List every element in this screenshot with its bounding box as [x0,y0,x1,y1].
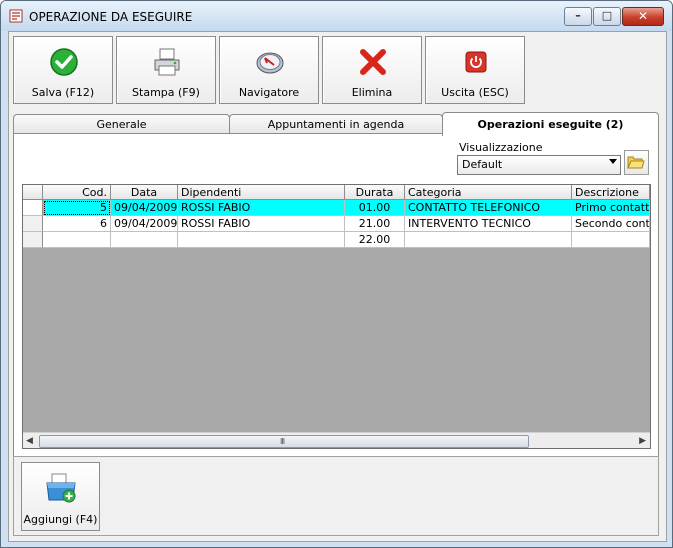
cell-descrizione[interactable]: Primo contatto p [572,200,650,216]
minimize-button[interactable]: – [564,7,592,26]
totals-row: 22.00 [23,232,650,248]
col-header-cod[interactable]: Cod. [43,185,111,200]
open-folder-button[interactable] [624,150,649,175]
navigator-button-label: Navigatore [238,86,300,99]
exit-button-label: Uscita (ESC) [441,86,509,99]
folder-icon [627,156,645,169]
row-indicator[interactable] [23,200,43,216]
col-header-data[interactable]: Data [111,185,178,200]
tab-generale-label: Generale [96,118,147,131]
add-folder-icon [46,473,76,503]
window-controls: – □ ✕ [563,7,664,26]
visualizzazione-label: Visualizzazione [459,141,543,154]
row-indicator[interactable] [23,216,43,232]
row-indicator-header [23,185,43,200]
scrollbar-grip: III [280,437,285,446]
cell-cod[interactable]: 6 [43,216,111,232]
cell-cod[interactable]: 5 [43,200,111,216]
scrollbar-thumb[interactable]: III [39,435,529,448]
check-icon [50,48,78,76]
cell-durata[interactable]: 01.00 [345,200,405,216]
title-bar[interactable]: OPERAZIONE DA ESEGUIRE – □ ✕ [1,1,672,31]
tab-panel: Visualizzazione Default Cod. Data Dipend… [13,133,659,459]
scroll-right-icon[interactable]: ▶ [639,436,646,446]
cell-dipendenti[interactable]: ROSSI FABIO [178,200,345,216]
main-window: OPERAZIONE DA ESEGUIRE – □ ✕ Salva (F12) [0,0,673,548]
col-header-durata[interactable]: Durata [345,185,405,200]
cell-data[interactable]: 09/04/2009 [111,216,178,232]
scroll-left-icon[interactable]: ◀ [26,436,33,446]
col-header-descrizione[interactable]: Descrizione [572,185,650,200]
tab-operazioni-eseguite[interactable]: Operazioni eseguite (2) [442,112,659,136]
table-row[interactable]: 5 09/04/2009 ROSSI FABIO 01.00 CONTATTO … [23,200,650,216]
toolbar: Salva (F12) Stampa (F9) Navigatore Elimi… [13,36,528,104]
tab-generale[interactable]: Generale [13,114,230,135]
cell-descrizione[interactable]: Secondo conta [572,216,650,232]
save-button[interactable]: Salva (F12) [13,36,113,104]
total-cell-empty [43,232,111,248]
navigator-button[interactable]: Navigatore [219,36,319,104]
total-cell-empty [572,232,650,248]
col-header-dipendenti[interactable]: Dipendenti [178,185,345,200]
add-button-label: Aggiungi (F4) [23,513,98,526]
cell-durata[interactable]: 21.00 [345,216,405,232]
cell-data[interactable]: 09/04/2009 [111,200,178,216]
total-durata: 22.00 [345,232,405,248]
total-cell-empty [178,232,345,248]
print-button[interactable]: Stampa (F9) [116,36,216,104]
tab-operazioni-label: Operazioni eseguite (2) [477,118,624,131]
minimize-icon: – [575,9,581,22]
horizontal-scrollbar[interactable]: ◀ III ▶ [23,432,650,448]
row-indicator [23,232,43,248]
window-title: OPERAZIONE DA ESEGUIRE [29,10,193,24]
close-icon: ✕ [637,9,649,23]
cell-dipendenti[interactable]: ROSSI FABIO [178,216,345,232]
exit-button[interactable]: Uscita (ESC) [425,36,525,104]
printer-icon [154,48,180,76]
delete-button[interactable]: Elimina [322,36,422,104]
maximize-icon: □ [601,9,613,22]
visualizzazione-value: Default [462,158,503,171]
tab-appuntamenti[interactable]: Appuntamenti in agenda [229,114,443,135]
app-icon [9,9,23,23]
compass-icon [256,52,284,74]
maximize-button[interactable]: □ [593,7,621,26]
save-button-label: Salva (F12) [31,86,95,99]
cell-categoria[interactable]: INTERVENTO TECNICO [405,216,572,232]
total-cell-empty [405,232,572,248]
print-button-label: Stampa (F9) [132,86,200,99]
tab-strip: Generale Appuntamenti in agenda Operazio… [13,112,659,136]
col-header-categoria[interactable]: Categoria [405,185,572,200]
add-button[interactable]: Aggiungi (F4) [21,462,100,531]
delete-x-icon [360,49,386,75]
dropdown-arrow-icon [609,159,617,164]
power-icon [465,51,487,73]
table-row[interactable]: 6 09/04/2009 ROSSI FABIO 21.00 INTERVENT… [23,216,650,232]
close-button[interactable]: ✕ [622,7,664,26]
bottom-toolbar: Aggiungi (F4) [13,456,659,536]
operations-grid[interactable]: Cod. Data Dipendenti Durata Categoria De… [22,184,651,449]
visualizzazione-select[interactable]: Default [457,155,621,175]
cell-categoria[interactable]: CONTATTO TELEFONICO [405,200,572,216]
tab-appuntamenti-label: Appuntamenti in agenda [267,118,405,131]
total-cell-empty [111,232,178,248]
delete-button-label: Elimina [351,86,393,99]
client-area: Salva (F12) Stampa (F9) Navigatore Elimi… [8,31,667,542]
